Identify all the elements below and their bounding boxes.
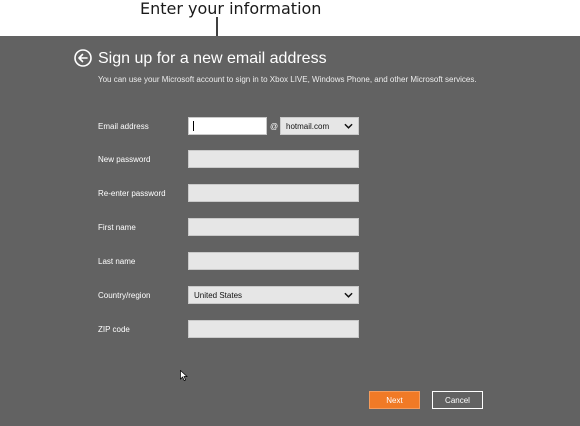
country-value: United States [194, 290, 243, 300]
zip-label: ZIP code [98, 325, 130, 334]
chevron-down-icon [344, 292, 353, 298]
country-select[interactable]: United States [188, 286, 359, 304]
page-title: Sign up for a new email address [98, 50, 327, 67]
zip-input[interactable] [188, 320, 359, 338]
email-domain-value: hotmail.com [286, 121, 330, 131]
first-name-label: First name [98, 223, 136, 232]
country-label: Country/region [98, 291, 151, 300]
new-password-input[interactable] [188, 150, 359, 168]
page-subtitle: You can use your Microsoft account to si… [98, 75, 477, 84]
mouse-pointer-icon [180, 370, 188, 381]
text-caret [193, 121, 194, 131]
annotation-callout: Enter your information [0, 0, 580, 120]
chevron-down-icon [344, 123, 353, 129]
reenter-password-label: Re-enter password [98, 189, 166, 198]
email-input[interactable] [188, 117, 267, 135]
first-name-input[interactable] [188, 218, 359, 236]
back-arrow-circle-icon [74, 49, 92, 67]
new-password-label: New password [98, 155, 151, 164]
next-button[interactable]: Next [369, 391, 420, 409]
at-symbol: @ [270, 122, 279, 131]
back-button[interactable] [74, 49, 92, 67]
reenter-password-input[interactable] [188, 184, 359, 202]
last-name-label: Last name [98, 257, 136, 266]
email-label: Email address [98, 122, 149, 131]
email-domain-select[interactable]: hotmail.com [280, 117, 359, 135]
cancel-button[interactable]: Cancel [432, 391, 483, 409]
last-name-input[interactable] [188, 252, 359, 270]
signup-panel: Sign up for a new email address You can … [0, 36, 580, 426]
